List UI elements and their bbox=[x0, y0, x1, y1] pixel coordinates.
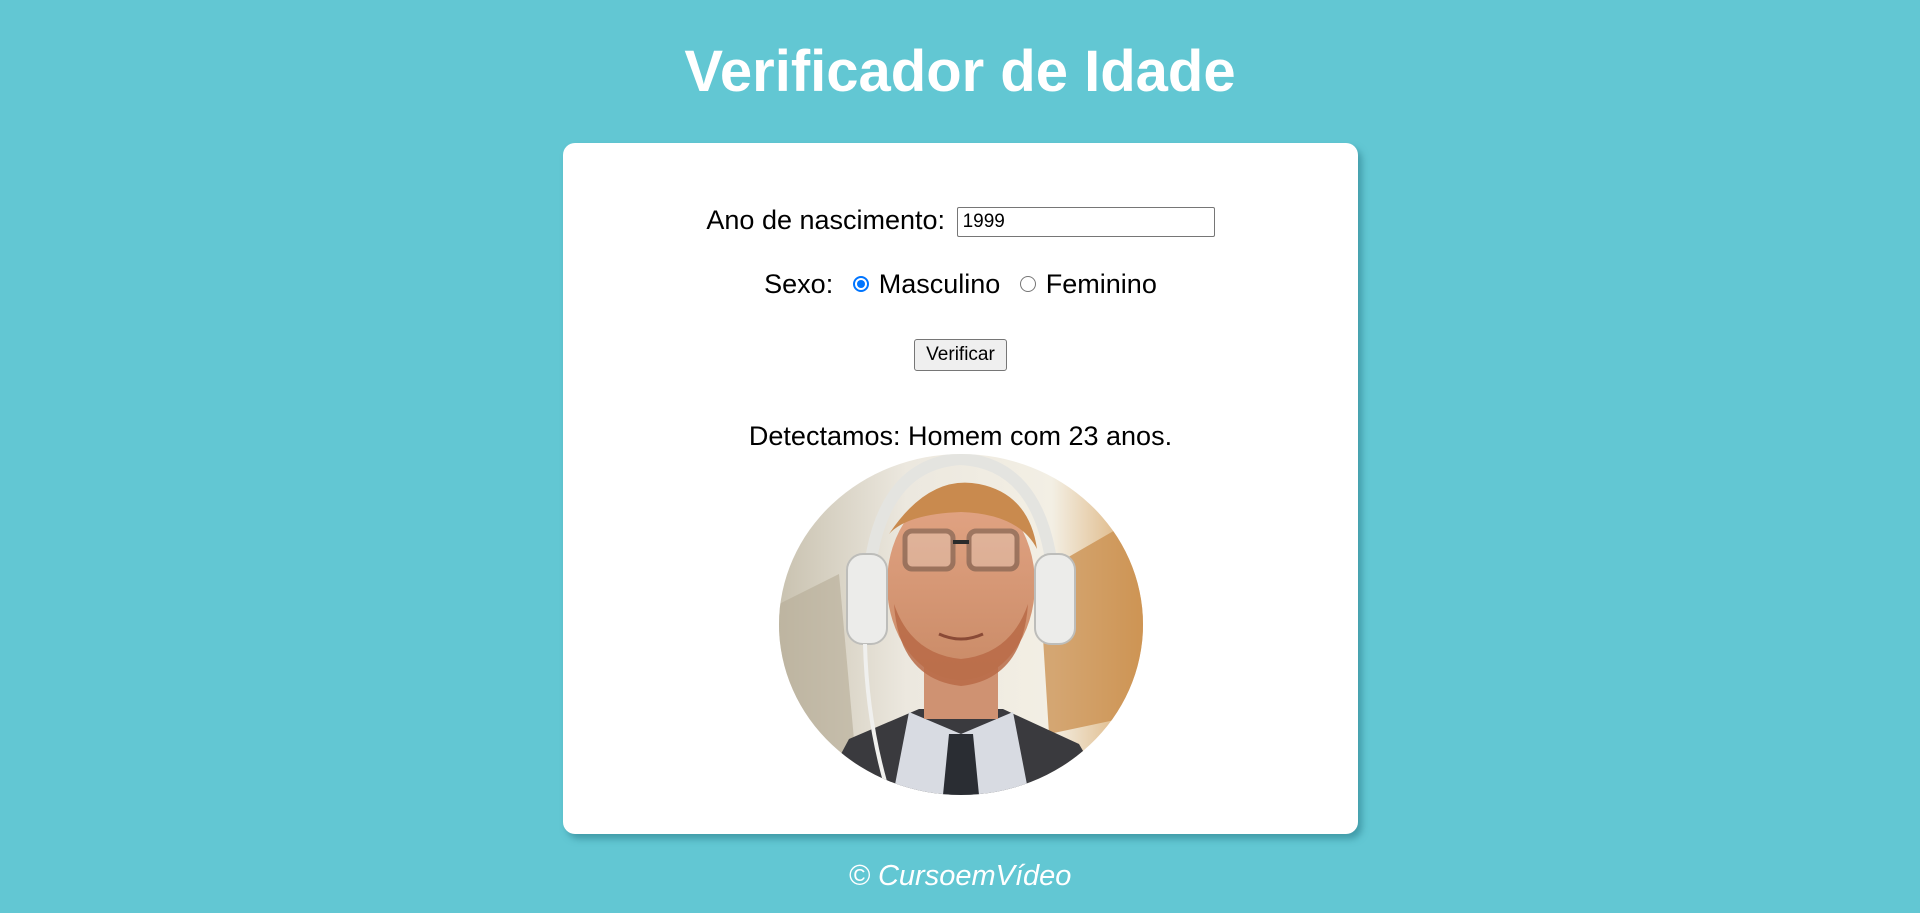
page-header: Verificador de Idade bbox=[0, 0, 1920, 140]
button-row: Verificar bbox=[563, 336, 1358, 371]
footer-copyright: © CursoemVídeo bbox=[848, 860, 1072, 892]
result-text: Detectamos: Homem com 23 anos. bbox=[748, 421, 1173, 451]
verify-button[interactable]: Verificar bbox=[914, 339, 1007, 371]
result-photo bbox=[779, 454, 1143, 795]
radio-female[interactable] bbox=[1019, 275, 1036, 292]
radio-male-label[interactable]: Masculino bbox=[879, 269, 1001, 299]
page-title: Verificador de Idade bbox=[684, 39, 1236, 104]
radio-male[interactable] bbox=[852, 275, 869, 292]
sex-row: Sexo: Masculino Feminino bbox=[563, 269, 1358, 300]
verifier-card: Ano de nascimento: Sexo: Masculino Femin… bbox=[563, 143, 1358, 834]
birth-year-row: Ano de nascimento: bbox=[563, 205, 1358, 237]
birth-year-input[interactable] bbox=[956, 206, 1215, 237]
birth-year-label: Ano de nascimento: bbox=[706, 205, 946, 235]
sex-label: Sexo: bbox=[764, 269, 834, 299]
radio-female-label[interactable]: Feminino bbox=[1046, 269, 1157, 299]
man-with-headphones-photo-icon bbox=[779, 454, 1143, 795]
